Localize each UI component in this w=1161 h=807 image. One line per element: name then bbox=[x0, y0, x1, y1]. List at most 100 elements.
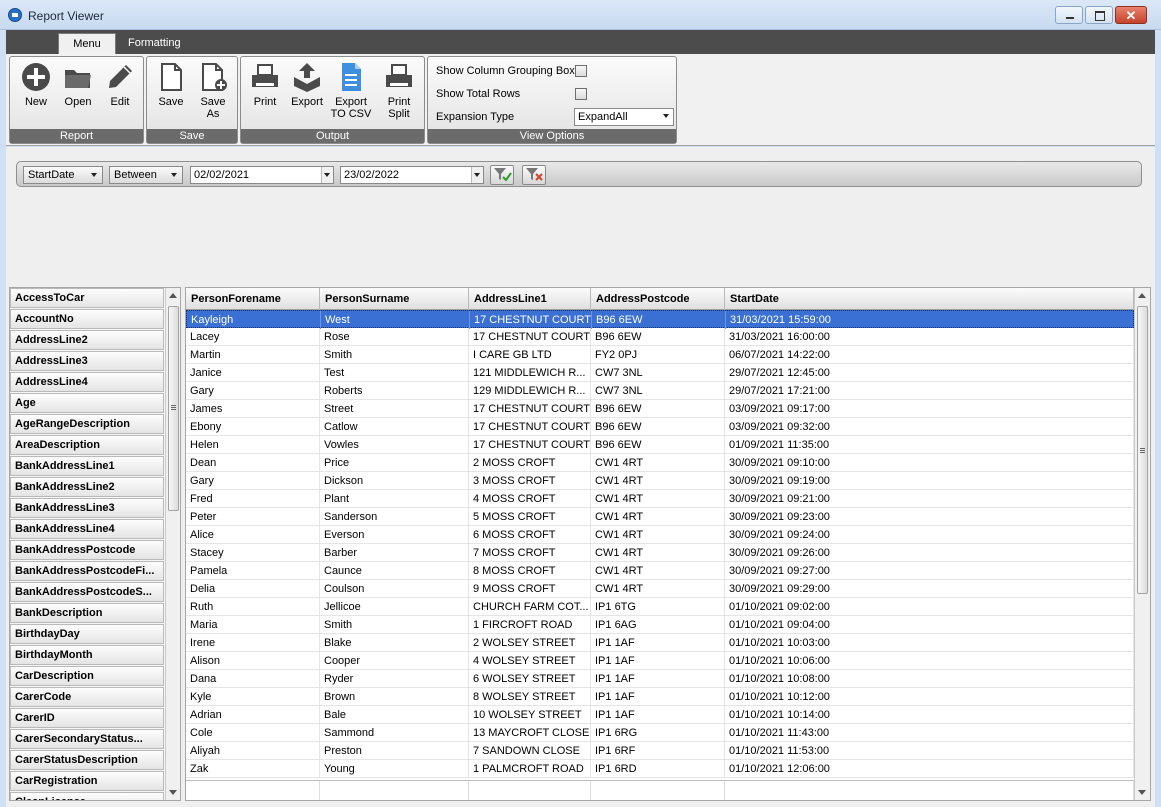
new-button[interactable]: New bbox=[14, 61, 58, 127]
field-list-item[interactable]: BankAddressLine3 bbox=[10, 498, 164, 518]
column-header[interactable]: PersonSurname bbox=[320, 288, 469, 310]
field-list-item[interactable]: BankAddressLine1 bbox=[10, 456, 164, 476]
table-row[interactable]: James Street 17 CHESTNUT COURT B96 6EW 03/09… bbox=[186, 400, 1134, 418]
edit-button[interactable]: Edit bbox=[98, 61, 142, 127]
field-list-item[interactable]: BankAddressLine2 bbox=[10, 477, 164, 497]
export-label: Export bbox=[291, 96, 323, 108]
print-split-button[interactable]: Print Split bbox=[377, 61, 421, 127]
table-row[interactable]: Pamela Caunce 8 MOSS CROFT CW1 4RT 30/09/202… bbox=[186, 562, 1134, 580]
table-row[interactable]: Aliyah Preston 7 SANDOWN CLOSE IP1 6RF 01/10… bbox=[186, 742, 1134, 760]
field-list-item[interactable]: BirthdayMonth bbox=[10, 645, 164, 665]
close-button[interactable]: ✕ bbox=[1115, 6, 1147, 24]
filter-to-date-input[interactable]: 23/02/2022 bbox=[340, 166, 484, 184]
table-row[interactable]: Adrian Bale 10 WOLSEY STREET IP1 1AF 01/10/2… bbox=[186, 706, 1134, 724]
table-row[interactable]: Stacey Barber 7 MOSS CROFT CW1 4RT 30/09/202… bbox=[186, 544, 1134, 562]
table-row[interactable]: Kyle Brown 8 WOLSEY STREET IP1 1AF 01/10/202… bbox=[186, 688, 1134, 706]
minimize-button[interactable] bbox=[1055, 6, 1083, 24]
table-cell: 01/10/2021 10:14:00 bbox=[725, 706, 1134, 724]
open-button[interactable]: Open bbox=[56, 61, 100, 127]
field-list-item[interactable]: AccessToCar bbox=[10, 288, 164, 308]
field-list-item[interactable]: AgeRangeDescription bbox=[10, 414, 164, 434]
table-row[interactable]: Ebony Catlow 17 CHESTNUT COURT B96 6EW 03/09… bbox=[186, 418, 1134, 436]
filter-operator-select[interactable]: Between bbox=[109, 166, 183, 184]
maximize-button[interactable] bbox=[1085, 6, 1113, 24]
table-cell: 6 WOLSEY STREET bbox=[469, 670, 591, 688]
show-column-grouping-box-checkbox[interactable] bbox=[575, 65, 587, 77]
ribbon-group-output: Print Export Export TO CSV Print Split Out… bbox=[240, 56, 425, 144]
save-button[interactable]: Save bbox=[149, 61, 193, 127]
filter-from-date-input[interactable]: 02/02/2021 bbox=[190, 166, 334, 184]
export-to-csv-button[interactable]: Export TO CSV bbox=[327, 61, 375, 127]
field-list-scrollbar[interactable] bbox=[165, 288, 180, 800]
field-list-item[interactable]: CarerCode bbox=[10, 687, 164, 707]
show-total-rows-checkbox[interactable] bbox=[575, 88, 587, 100]
table-row[interactable]: Peter Sanderson 5 MOSS CROFT CW1 4RT 30/09/2… bbox=[186, 508, 1134, 526]
print-button[interactable]: Print bbox=[243, 61, 287, 127]
table-row[interactable]: Alice Everson 6 MOSS CROFT CW1 4RT 30/09/202… bbox=[186, 526, 1134, 544]
field-list-item[interactable]: CarerStatusDescription bbox=[10, 750, 164, 770]
export-csv-label-line1: Export bbox=[335, 96, 367, 108]
table-row[interactable]: Martin Smith I CARE GB LTD FY2 0PJ 06/07/202… bbox=[186, 346, 1134, 364]
expansion-type-value: ExpandAll bbox=[578, 111, 628, 123]
grid-scrollbar[interactable] bbox=[1134, 288, 1150, 800]
table-row[interactable]: Cole Sammond 13 MAYCROFT CLOSE IP1 6RG 01/10… bbox=[186, 724, 1134, 742]
field-list-item[interactable]: AddressLine2 bbox=[10, 330, 164, 350]
field-list-item[interactable]: BankAddressPostcodeS... bbox=[10, 582, 164, 602]
table-row[interactable]: Alison Cooper 4 WOLSEY STREET IP1 1AF 01/10/… bbox=[186, 652, 1134, 670]
field-list-item[interactable]: CarRegistration bbox=[10, 771, 164, 791]
field-list-item[interactable]: BankAddressLine4 bbox=[10, 519, 164, 539]
column-header[interactable]: StartDate bbox=[725, 288, 1134, 310]
table-row[interactable]: Delia Coulson 9 MOSS CROFT CW1 4RT 30/09/202… bbox=[186, 580, 1134, 598]
clear-filter-button[interactable] bbox=[522, 165, 546, 185]
column-header[interactable]: AddressPostcode bbox=[591, 288, 725, 310]
export-button[interactable]: Export bbox=[285, 61, 329, 127]
field-list-item[interactable]: BirthdayDay bbox=[10, 624, 164, 644]
table-row[interactable]: Gary Dickson 3 MOSS CROFT CW1 4RT 30/09/2021… bbox=[186, 472, 1134, 490]
table-row[interactable]: Fred Plant 4 MOSS CROFT CW1 4RT 30/09/2021 0… bbox=[186, 490, 1134, 508]
table-row[interactable]: Kayleigh West 17 CHESTNUT COURT B96 6EW 31/0… bbox=[186, 310, 1135, 329]
table-row[interactable]: Zak Young 1 PALMCROFT ROAD IP1 6RD 01/10/202… bbox=[186, 760, 1134, 778]
date-dropdown-button[interactable] bbox=[471, 167, 483, 183]
field-list-scroll-thumb[interactable] bbox=[168, 306, 179, 511]
grid-scroll-thumb[interactable] bbox=[1137, 306, 1148, 594]
scroll-up-icon[interactable] bbox=[1138, 293, 1146, 298]
column-header[interactable]: AddressLine1 bbox=[469, 288, 591, 310]
field-list-item[interactable]: AccountNo bbox=[10, 309, 164, 329]
field-list-item[interactable]: CarerSecondaryStatus... bbox=[10, 729, 164, 749]
title-bar: Report Viewer ✕ bbox=[0, 0, 1161, 30]
apply-filter-button[interactable] bbox=[490, 165, 514, 185]
tab-formatting[interactable]: Formatting bbox=[118, 33, 191, 54]
table-row[interactable]: Lacey Rose 17 CHESTNUT COURT B96 6EW 31/03/2… bbox=[186, 328, 1134, 346]
save-as-button[interactable]: Save As bbox=[191, 61, 235, 127]
field-list-item[interactable]: BankDescription bbox=[10, 603, 164, 623]
print-split-label: Print Split bbox=[377, 96, 421, 120]
filter-field-select[interactable]: StartDate bbox=[23, 166, 103, 184]
field-list-item[interactable]: AddressLine3 bbox=[10, 351, 164, 371]
field-list-item[interactable]: CleanLicence bbox=[10, 792, 164, 800]
table-row[interactable]: Irene Blake 2 WOLSEY STREET IP1 1AF 01/10/20… bbox=[186, 634, 1134, 652]
expansion-type-select[interactable]: ExpandAll bbox=[574, 108, 674, 126]
column-header[interactable]: PersonForename bbox=[186, 288, 320, 310]
field-list-item[interactable]: BankAddressPostcodeFi... bbox=[10, 561, 164, 581]
table-row[interactable]: Janice Test 121 MIDDLEWICH R... CW7 3NL 29/0… bbox=[186, 364, 1134, 382]
printer-icon bbox=[252, 64, 278, 87]
table-row[interactable]: Dana Ryder 6 WOLSEY STREET IP1 1AF 01/10/202… bbox=[186, 670, 1134, 688]
table-row[interactable]: Gary Roberts 129 MIDDLEWICH R... CW7 3NL 29/… bbox=[186, 382, 1134, 400]
field-list-item[interactable]: BankAddressPostcode bbox=[10, 540, 164, 560]
tab-menu[interactable]: Menu bbox=[58, 33, 116, 54]
table-row[interactable]: Dean Price 2 MOSS CROFT CW1 4RT 30/09/2021 0… bbox=[186, 454, 1134, 472]
field-list-item[interactable]: CarerID bbox=[10, 708, 164, 728]
field-list-item[interactable]: AreaDescription bbox=[10, 435, 164, 455]
table-row[interactable]: Ruth Jellicoe CHURCH FARM COT... IP1 6TG 01/… bbox=[186, 598, 1134, 616]
scroll-down-icon[interactable] bbox=[1138, 790, 1146, 795]
date-dropdown-button[interactable] bbox=[321, 167, 333, 183]
app-icon bbox=[8, 8, 22, 22]
scroll-down-icon[interactable] bbox=[169, 790, 177, 795]
field-list-item[interactable]: Age bbox=[10, 393, 164, 413]
field-list-item[interactable]: AddressLine4 bbox=[10, 372, 164, 392]
scroll-up-icon[interactable] bbox=[169, 293, 177, 298]
table-row[interactable]: Helen Vowles 17 CHESTNUT COURT B96 6EW 01/09… bbox=[186, 436, 1134, 454]
field-list-item[interactable]: CarDescription bbox=[10, 666, 164, 686]
table-row[interactable]: Maria Smith 1 FIRCROFT ROAD IP1 6AG 01/10/20… bbox=[186, 616, 1134, 634]
grip-icon bbox=[171, 405, 176, 410]
